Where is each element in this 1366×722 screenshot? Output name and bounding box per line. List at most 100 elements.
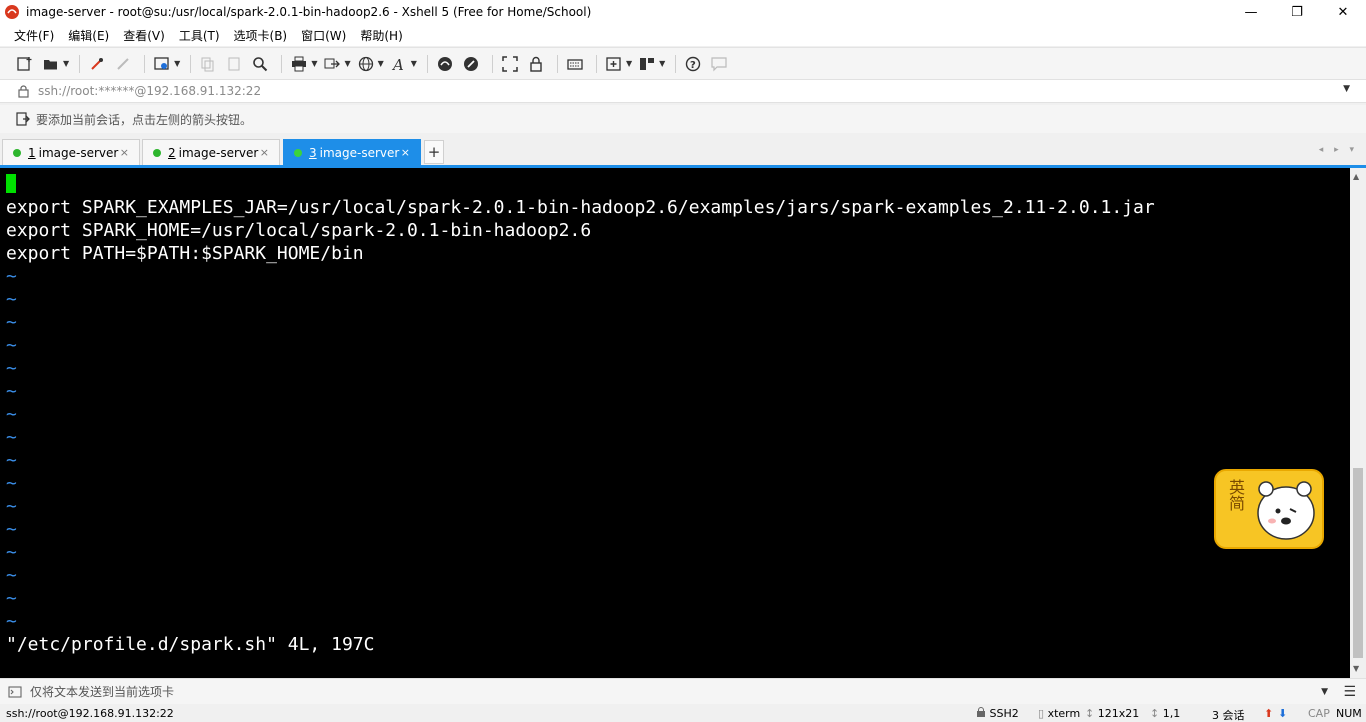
terminal-size-text: 121x21: [1097, 707, 1140, 720]
transfer-dropdown-icon[interactable]: ▼: [344, 59, 350, 68]
font-dropdown-icon[interactable]: ▼: [411, 59, 417, 68]
paste-icon[interactable]: [223, 53, 245, 75]
terminal-screen[interactable]: export SPARK_EXAMPLES_JAR=/usr/local/spa…: [0, 168, 1350, 678]
fullscreen-icon[interactable]: [499, 53, 521, 75]
layout-dropdown-icon[interactable]: ▼: [659, 59, 665, 68]
globe-dropdown-icon[interactable]: ▼: [378, 59, 384, 68]
toolbar: ▼ ▼ ▼ ▼ ▼ A ▼ ▼ ▼ ?: [0, 47, 1366, 79]
caps-lock-indicator: CAP: [1308, 707, 1330, 720]
add-tab-button[interactable]: +: [424, 140, 444, 164]
menu-file[interactable]: 文件(F): [14, 27, 54, 44]
maximize-button[interactable]: ❐: [1274, 0, 1320, 24]
tab-session-1[interactable]: 1 image-server ×: [2, 139, 140, 165]
address-dropdown-icon[interactable]: ▼: [1343, 84, 1350, 94]
add-layout-icon[interactable]: [603, 53, 625, 75]
empty-line-tilde: ~: [6, 588, 17, 609]
session-hint-text: 要添加当前会话，点击左侧的箭头按钮。: [36, 112, 253, 127]
empty-line-tilde: ~: [6, 450, 17, 471]
close-button[interactable]: ✕: [1320, 0, 1366, 24]
svg-text:A: A: [391, 56, 404, 72]
tab-close-icon[interactable]: ×: [120, 146, 129, 159]
lock-icon: [18, 84, 38, 98]
globe-icon[interactable]: [355, 53, 377, 75]
tab-number: 3: [309, 145, 317, 160]
scroll-up-icon[interactable]: ▲: [1353, 172, 1359, 181]
cursor-position-text: 1,1: [1162, 707, 1181, 720]
svg-text:?: ?: [690, 60, 696, 71]
menu-edit[interactable]: 编辑(E): [68, 27, 109, 44]
scroll-down-icon[interactable]: ▼: [1353, 664, 1359, 673]
find-icon[interactable]: [249, 53, 271, 75]
tab-number: 2: [168, 145, 176, 160]
empty-line-tilde: ~: [6, 312, 17, 333]
empty-line-tilde: ~: [6, 427, 17, 448]
address-text[interactable]: ssh://root:******@192.168.91.132:22: [38, 84, 261, 98]
chat-icon[interactable]: [708, 53, 730, 75]
toolbar-separator: [79, 54, 81, 73]
open-folder-icon[interactable]: [40, 53, 62, 75]
add-session-arrow-icon[interactable]: [16, 112, 30, 126]
lock-icon: [977, 707, 985, 717]
menu-tabs[interactable]: 选项卡(B): [234, 27, 288, 44]
tab-session-3[interactable]: 3 image-server ×: [283, 139, 421, 165]
layout-icon[interactable]: [636, 53, 658, 75]
open-dropdown-icon[interactable]: ▼: [63, 59, 69, 68]
lock-icon[interactable]: [525, 53, 547, 75]
connection-status: ssh://root@192.168.91.132:22: [6, 707, 174, 720]
xftp-icon[interactable]: [434, 53, 456, 75]
reconnect-icon[interactable]: [86, 53, 108, 75]
help-icon[interactable]: ?: [682, 53, 704, 75]
ime-status-widget[interactable]: 英简: [1214, 469, 1324, 549]
add-layout-dropdown-icon[interactable]: ▼: [626, 59, 632, 68]
font-icon[interactable]: A: [388, 53, 410, 75]
new-session-icon[interactable]: [14, 53, 36, 75]
toolbar-separator: [556, 54, 558, 73]
empty-line-tilde: ~: [6, 358, 17, 379]
tab-label: image-server: [319, 145, 400, 160]
address-bar[interactable]: ssh://root:******@192.168.91.132:22 ▼: [0, 79, 1366, 103]
connected-status-icon: [13, 148, 21, 157]
copy-icon[interactable]: [197, 53, 219, 75]
toolbar-separator: [281, 54, 283, 73]
compose-dropdown-icon[interactable]: ▼: [1321, 687, 1328, 697]
menu-tools[interactable]: 工具(T): [179, 27, 220, 44]
transfer-icon[interactable]: [321, 53, 343, 75]
print-dropdown-icon[interactable]: ▼: [311, 59, 317, 68]
compose-menu-icon[interactable]: ☰: [1343, 684, 1356, 700]
title-bar: image-server - root@su:/usr/local/spark-…: [0, 0, 1366, 24]
scrollbar-thumb[interactable]: [1353, 468, 1363, 658]
empty-line-tilde: ~: [6, 381, 17, 402]
connected-status-icon: [294, 148, 302, 157]
menu-help[interactable]: 帮助(H): [360, 27, 402, 44]
print-icon[interactable]: [288, 53, 310, 75]
menu-window[interactable]: 窗口(W): [301, 27, 346, 44]
tab-close-icon[interactable]: ×: [401, 146, 410, 159]
xshell-icon[interactable]: [460, 53, 482, 75]
keyboard-icon[interactable]: [564, 53, 586, 75]
tab-session-2[interactable]: 2 image-server ×: [142, 139, 280, 165]
empty-line-tilde: ~: [6, 565, 17, 586]
toolbar-separator: [426, 54, 428, 73]
empty-line-tilde: ~: [6, 542, 17, 563]
connected-status-icon: [153, 148, 161, 157]
num-lock-indicator: NUM: [1336, 707, 1362, 720]
tab-navigation-icons[interactable]: ◂ ▸ ▾: [1319, 145, 1358, 155]
toolbar-separator: [675, 54, 677, 73]
menu-view[interactable]: 查看(V): [123, 27, 165, 44]
compose-icon[interactable]: [8, 685, 22, 698]
tab-close-icon[interactable]: ×: [260, 146, 269, 159]
properties-icon[interactable]: [151, 53, 173, 75]
tab-label: image-server: [178, 145, 259, 160]
compose-bar[interactable]: 仅将文本发送到当前选项卡 ▼ ☰: [0, 678, 1366, 704]
terminal-type-status: ▯ xterm: [1038, 707, 1080, 720]
disconnect-icon[interactable]: [112, 53, 134, 75]
status-bar: ssh://root@192.168.91.132:22 SSH2 ▯ xter…: [0, 705, 1366, 722]
properties-dropdown-icon[interactable]: ▼: [174, 59, 180, 68]
compose-target-text[interactable]: 仅将文本发送到当前选项卡: [30, 683, 174, 700]
terminal-type-text: xterm: [1047, 707, 1081, 720]
resize-icon: ↕: [1085, 707, 1095, 720]
empty-line-tilde: ~: [6, 335, 17, 356]
terminal-scrollbar[interactable]: ▲ ▼: [1350, 168, 1366, 678]
minimize-button[interactable]: —: [1228, 0, 1274, 24]
toolbar-separator: [491, 54, 493, 73]
